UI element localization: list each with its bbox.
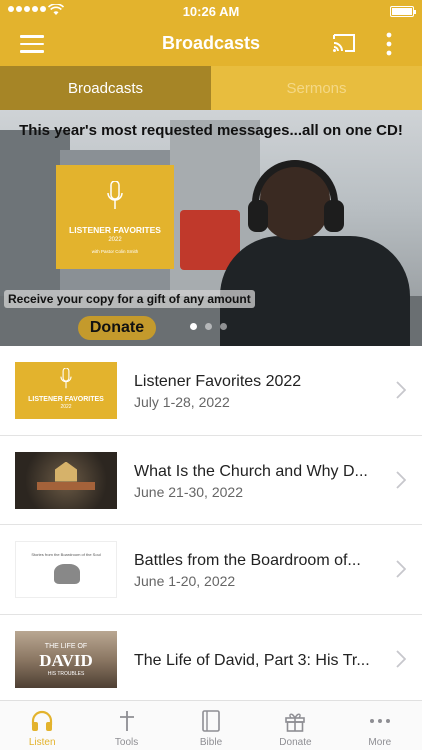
tab-donate[interactable]: Donate — [253, 701, 337, 750]
more-dots-icon — [369, 719, 390, 723]
list-item[interactable]: Stories from the Boardroom of the Soul B… — [0, 525, 422, 615]
series-title: What Is the Church and Why D... — [134, 462, 368, 480]
thumbnail-text: Stories from the Boardroom of the Soul — [31, 552, 101, 557]
battery-icon — [390, 6, 416, 17]
thumbnail-banner — [37, 481, 95, 490]
tab-label: Bible — [199, 737, 223, 748]
gift-icon — [285, 713, 306, 732]
chevron-right-icon — [396, 649, 406, 668]
cast-icon[interactable] — [332, 33, 356, 53]
series-thumbnail: THE LIFE OF DAVID HIS TROUBLES — [15, 630, 117, 688]
thumbnail-line-3: HIS TROUBLES — [47, 670, 85, 677]
album-subtitle: with Pastor Colin Smith — [91, 249, 139, 254]
thumbnail-year: 2022 — [60, 404, 72, 410]
microphone-icon — [107, 181, 123, 209]
headphones-icon — [32, 710, 53, 731]
top-bar: 10:26 AM Broadcasts — [0, 0, 422, 66]
status-bar: 10:26 AM — [0, 0, 422, 22]
series-title: Battles from the Boardroom of... — [134, 552, 361, 569]
series-thumbnail: Stories from the Boardroom of the Soul — [15, 541, 117, 598]
page-dot[interactable] — [205, 323, 212, 330]
nav-bar: Broadcasts — [0, 22, 422, 66]
bottom-tab-bar: Listen Tools Bible Donate More — [0, 700, 422, 750]
banner-headline: This year's most requested messages...al… — [19, 122, 403, 139]
thumbnail-line-1: THE LIFE OF — [44, 642, 88, 650]
status-time: 10:26 AM — [182, 4, 240, 19]
tab-label: Donate — [279, 737, 312, 748]
tab-label: Tools — [114, 737, 139, 748]
album-title: LISTENER FAVORITES — [69, 225, 161, 235]
series-date: June 1-20, 2022 — [134, 573, 236, 589]
promo-banner[interactable]: This year's most requested messages...al… — [0, 110, 422, 346]
series-thumbnail — [15, 451, 117, 509]
series-thumbnail: LISTENER FAVORITES 2022 — [15, 362, 117, 419]
series-date: July 1-28, 2022 — [134, 394, 230, 410]
thumbnail-title: LISTENER FAVORITES — [28, 396, 104, 403]
page-indicator[interactable] — [190, 323, 227, 330]
thumbnail-line-2: DAVID — [39, 650, 93, 670]
tab-listen[interactable]: Listen — [0, 701, 84, 750]
more-vertical-icon[interactable] — [384, 32, 394, 56]
page-dot[interactable] — [220, 323, 227, 330]
segmented-tabs: Broadcasts Sermons — [0, 66, 422, 110]
church-icon — [55, 461, 77, 482]
thumbnail-figure — [54, 564, 80, 584]
microphone-icon — [60, 368, 72, 389]
broadcast-list: LISTENER FAVORITES 2022 Listener Favorit… — [0, 346, 422, 704]
page-title: Broadcasts — [161, 33, 261, 53]
list-item[interactable]: What Is the Church and Why D... June 21-… — [0, 436, 422, 525]
banner-caption: Receive your copy for a gift of any amou… — [4, 290, 255, 308]
tab-label: More — [368, 737, 392, 748]
tab-sermons[interactable]: Sermons — [211, 66, 422, 110]
series-title: The Life of David, Part 3: His Tr... — [134, 651, 370, 669]
chevron-right-icon — [396, 560, 406, 578]
list-item[interactable]: THE LIFE OF DAVID HIS TROUBLES The Life … — [0, 615, 422, 704]
chevron-right-icon — [396, 381, 406, 399]
page-dot-active[interactable] — [190, 323, 197, 330]
series-title: Listener Favorites 2022 — [134, 373, 302, 390]
tab-more[interactable]: More — [338, 701, 422, 750]
bible-icon — [202, 710, 220, 732]
tab-bible[interactable]: Bible — [169, 701, 253, 750]
banner-person-with-headphones — [220, 160, 410, 346]
tab-broadcasts[interactable]: Broadcasts — [0, 66, 211, 110]
tab-tools[interactable]: Tools — [84, 701, 168, 750]
list-item[interactable]: LISTENER FAVORITES 2022 Listener Favorit… — [0, 346, 422, 436]
tab-label: Listen — [28, 737, 56, 748]
series-date: June 21-30, 2022 — [134, 483, 243, 500]
banner-album-cover: LISTENER FAVORITES 2022 with Pastor Coli… — [56, 165, 174, 269]
cross-icon — [119, 711, 134, 731]
banner-donate-button[interactable]: Donate — [78, 316, 156, 340]
album-year: 2022 — [108, 237, 122, 243]
chevron-right-icon — [396, 470, 406, 489]
